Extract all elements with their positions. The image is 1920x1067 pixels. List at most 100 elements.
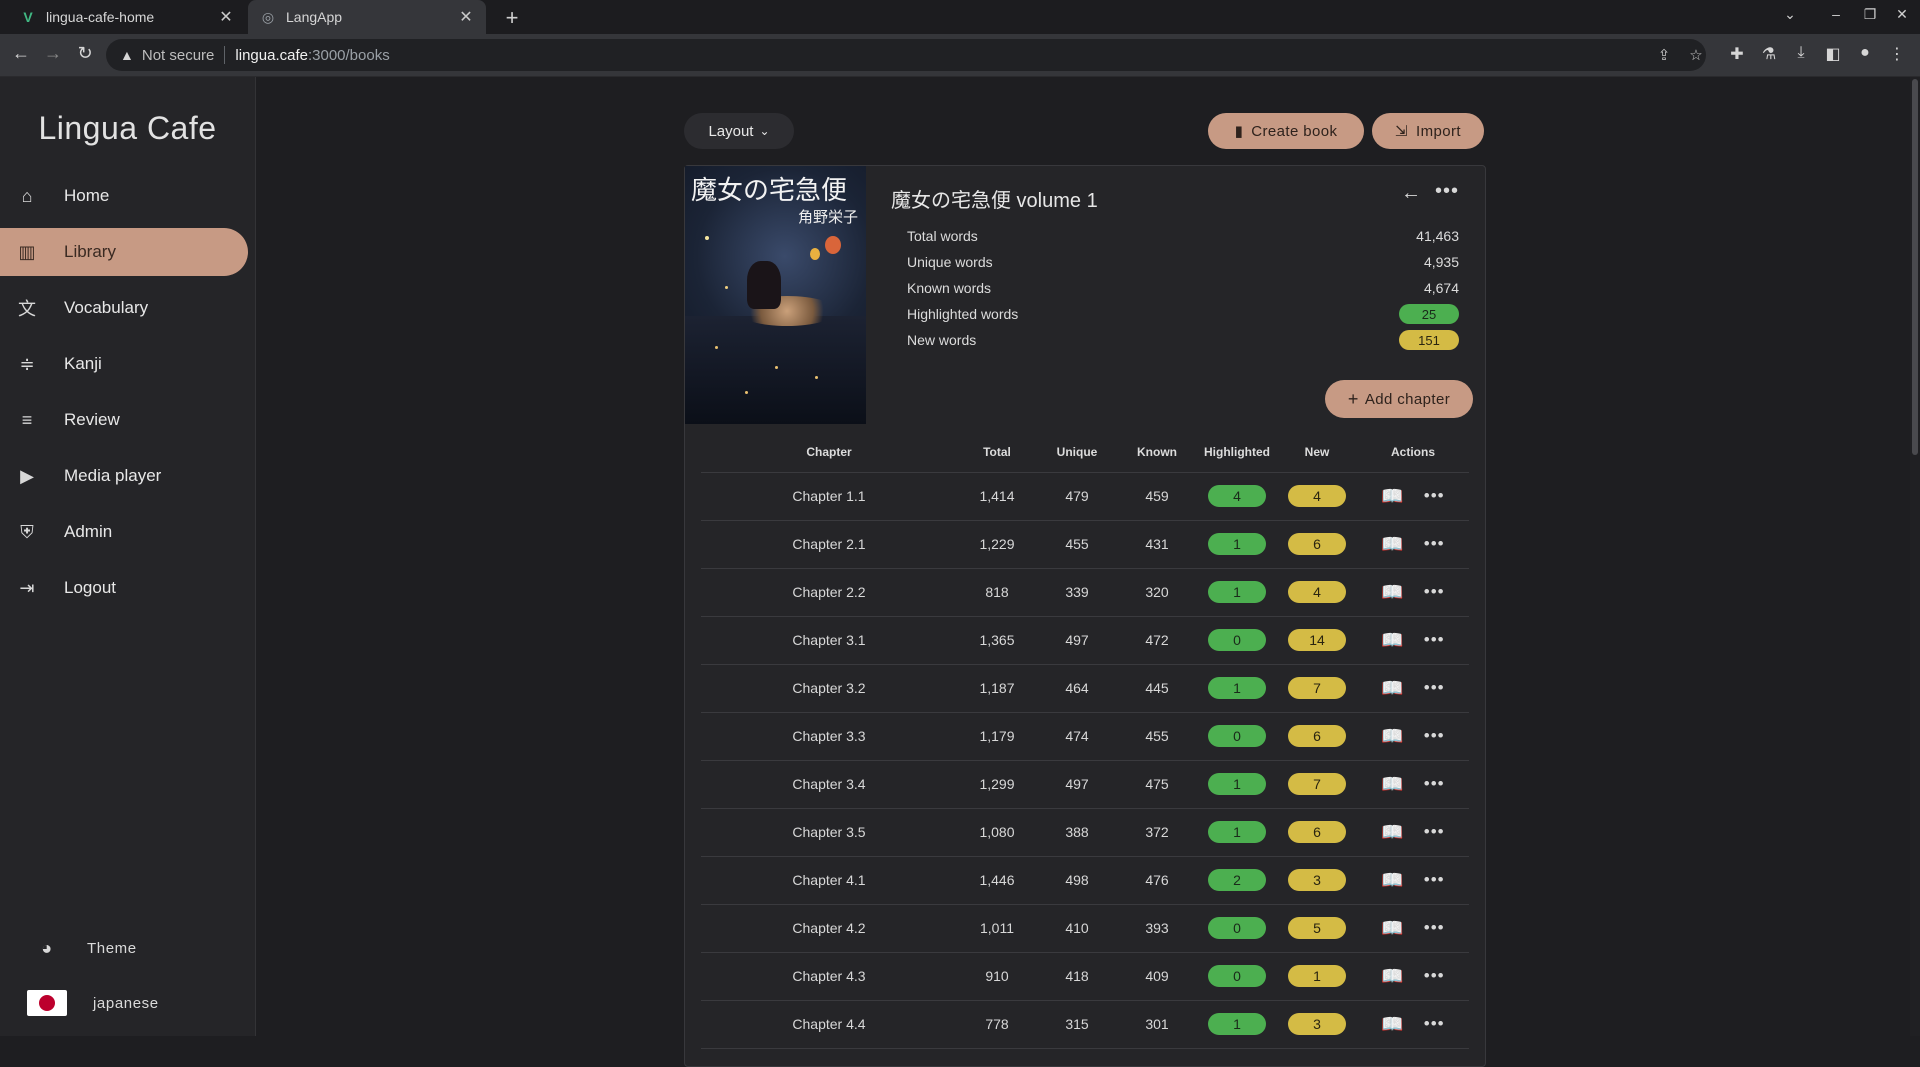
- read-book-icon[interactable]: 📖: [1381, 1014, 1403, 1035]
- more-icon[interactable]: •••: [1424, 726, 1445, 746]
- table-row[interactable]: Chapter 4.1 1,446 498 476 2 3 📖 •••: [701, 856, 1469, 905]
- minimize-icon[interactable]: –: [1826, 6, 1846, 22]
- table-row[interactable]: Chapter 3.1 1,365 497 472 0 14 📖 •••: [701, 616, 1469, 665]
- chapter-name[interactable]: Chapter 1.1: [701, 472, 957, 520]
- table-row[interactable]: Chapter 3.5 1,080 388 372 1 6 📖 •••: [701, 808, 1469, 857]
- home-icon: ⌂: [21, 185, 33, 206]
- back-icon[interactable]: ←: [10, 43, 32, 64]
- read-book-icon[interactable]: 📖: [1381, 486, 1403, 507]
- chapter-name[interactable]: Chapter 2.1: [701, 520, 957, 568]
- star-icon[interactable]: ☆: [1686, 46, 1706, 64]
- more-icon[interactable]: •••: [1424, 774, 1445, 794]
- browser-tab-active[interactable]: ◎ LangApp ✕: [248, 0, 486, 34]
- table-row[interactable]: Chapter 2.1 1,229 455 431 1 6 📖 •••: [701, 520, 1469, 569]
- highlighted-badge: 1: [1208, 821, 1266, 843]
- table-row[interactable]: Chapter 4.2 1,011 410 393 0 5 📖 •••: [701, 904, 1469, 953]
- read-book-icon[interactable]: 📖: [1381, 582, 1403, 603]
- table-row[interactable]: Chapter 3.2 1,187 464 445 1 7 📖 •••: [701, 664, 1469, 713]
- chapter-name[interactable]: Chapter 4.1: [701, 856, 957, 904]
- chapter-name[interactable]: Chapter 2.2: [701, 568, 957, 616]
- labs-icon[interactable]: ⚗: [1758, 44, 1780, 64]
- sidebar-item-logout[interactable]: ⇥ Logout: [0, 564, 248, 612]
- read-book-icon[interactable]: 📖: [1381, 726, 1403, 747]
- more-icon[interactable]: •••: [1435, 180, 1459, 203]
- chapter-name[interactable]: Chapter 3.4: [701, 760, 957, 808]
- create-book-button[interactable]: ▮ Create book: [1208, 113, 1364, 149]
- address-bar[interactable]: ▲ Not secure lingua.cafe:3000/books: [106, 39, 1706, 71]
- table-row[interactable]: Chapter 2.2 818 339 320 1 4 📖 •••: [701, 568, 1469, 617]
- divider: [224, 46, 226, 64]
- chapter-name[interactable]: Chapter 3.2: [701, 664, 957, 712]
- more-icon[interactable]: •••: [1424, 678, 1445, 698]
- chapter-name[interactable]: Chapter 3.1: [701, 616, 957, 664]
- read-book-icon[interactable]: 📖: [1381, 678, 1403, 699]
- layout-label: Layout: [708, 122, 754, 140]
- book-title: 魔女の宅急便 volume 1: [891, 190, 1098, 212]
- more-icon[interactable]: •••: [1424, 966, 1445, 986]
- read-book-icon[interactable]: 📖: [1381, 966, 1403, 987]
- layout-button[interactable]: Layout ⌄: [684, 113, 794, 149]
- more-icon[interactable]: •••: [1424, 918, 1445, 938]
- table-row[interactable]: Chapter 3.3 1,179 474 455 0 6 📖 •••: [701, 712, 1469, 761]
- sidebar-item-vocabulary[interactable]: 文 Vocabulary: [0, 284, 248, 332]
- menu-icon[interactable]: ⋮: [1886, 44, 1908, 64]
- download-icon[interactable]: ⤓: [1790, 44, 1812, 62]
- read-book-icon[interactable]: 📖: [1381, 774, 1403, 795]
- reload-icon[interactable]: ↻: [74, 43, 96, 64]
- sidebar-item-kanji[interactable]: ≑ Kanji: [0, 340, 248, 388]
- more-icon[interactable]: •••: [1424, 870, 1445, 890]
- profile-icon[interactable]: ●: [1854, 44, 1876, 62]
- chapter-name[interactable]: Chapter 3.5: [701, 808, 957, 856]
- tab-search-icon[interactable]: ⌄: [1780, 6, 1800, 23]
- forward-icon[interactable]: →: [42, 43, 64, 64]
- highlighted-badge: 1: [1208, 581, 1266, 603]
- sidebar-item-review[interactable]: ≡ Review: [0, 396, 248, 444]
- close-tab-icon[interactable]: ✕: [458, 7, 474, 27]
- read-book-icon[interactable]: 📖: [1381, 918, 1403, 939]
- chapter-name[interactable]: Chapter 3.3: [701, 712, 957, 760]
- table-row[interactable]: Chapter 4.4 778 315 301 1 3 📖 •••: [701, 1000, 1469, 1049]
- sidebar-item-library[interactable]: ▥ Library: [0, 228, 248, 276]
- table-row[interactable]: Chapter 4.3 910 418 409 0 1 📖 •••: [701, 952, 1469, 1001]
- browser-tab[interactable]: V lingua-cafe-home ✕: [8, 0, 246, 34]
- table-row[interactable]: Chapter 1.1 1,414 479 459 4 4 📖 •••: [701, 472, 1469, 521]
- highlighted-badge: 0: [1208, 629, 1266, 651]
- import-button[interactable]: ⇲ Import: [1372, 113, 1484, 149]
- highlighted-badge: 0: [1208, 725, 1266, 747]
- restore-icon[interactable]: ❐: [1860, 6, 1880, 23]
- chapter-name[interactable]: Chapter 4.3: [701, 952, 957, 1000]
- theme-toggle[interactable]: ◕ Theme: [0, 928, 255, 968]
- highlighted-cell: 1: [1197, 1000, 1277, 1048]
- more-icon[interactable]: •••: [1424, 630, 1445, 650]
- read-book-icon[interactable]: 📖: [1381, 534, 1403, 555]
- new-tab-icon[interactable]: +: [500, 5, 524, 31]
- chapter-name[interactable]: Chapter 4.2: [701, 904, 957, 952]
- sidebar-item-media-player[interactable]: ▶ Media player: [0, 452, 248, 500]
- read-book-icon[interactable]: 📖: [1381, 870, 1403, 891]
- back-arrow-icon[interactable]: ←: [1401, 182, 1421, 205]
- more-icon[interactable]: •••: [1424, 486, 1445, 506]
- url-host: lingua.cafe: [235, 46, 308, 64]
- table-row[interactable]: Chapter 3.4 1,299 497 475 1 7 📖 •••: [701, 760, 1469, 809]
- sidebar-item-home[interactable]: ⌂ Home: [0, 172, 248, 220]
- sidebar-item-admin[interactable]: ⛨ Admin: [0, 508, 248, 556]
- more-icon[interactable]: •••: [1424, 1014, 1445, 1034]
- close-window-icon[interactable]: ✕: [1892, 6, 1912, 23]
- media-icon: ▶: [20, 465, 34, 486]
- add-chapter-button[interactable]: + Add chapter: [1325, 380, 1473, 418]
- share-icon[interactable]: ⇪: [1654, 46, 1674, 64]
- language-selector[interactable]: japanese: [0, 983, 255, 1023]
- more-icon[interactable]: •••: [1424, 822, 1445, 842]
- chapter-known: 472: [1145, 632, 1169, 648]
- read-book-icon[interactable]: 📖: [1381, 822, 1403, 843]
- sidebar-item-label: Admin: [64, 522, 113, 541]
- read-book-icon[interactable]: 📖: [1381, 630, 1403, 651]
- theme-label: Theme: [87, 939, 137, 957]
- side-panel-icon[interactable]: ◧: [1822, 44, 1844, 64]
- chapter-name[interactable]: Chapter 4.4: [701, 1000, 957, 1048]
- close-tab-icon[interactable]: ✕: [218, 7, 234, 27]
- scrollbar-thumb[interactable]: [1912, 79, 1918, 455]
- extensions-icon[interactable]: ✚: [1726, 44, 1748, 64]
- more-icon[interactable]: •••: [1424, 534, 1445, 554]
- more-icon[interactable]: •••: [1424, 582, 1445, 602]
